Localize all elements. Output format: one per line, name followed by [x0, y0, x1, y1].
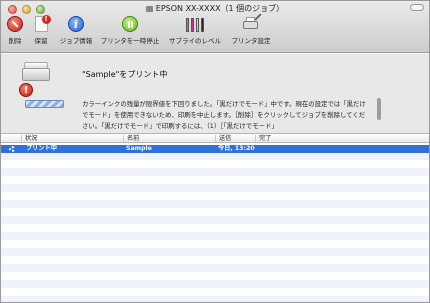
- row-sent: 今日, 13:20: [218, 145, 255, 152]
- printing-gear-icon: [9, 146, 15, 152]
- toolbar-toggle-button[interactable]: [410, 4, 424, 11]
- row-name: Sample: [126, 145, 152, 152]
- toolbar: 削除 保留 i ジョブ情報 プリンタを一時停止: [1, 13, 429, 52]
- table-row[interactable]: プリント中 Sample 今日, 13:20: [1, 145, 429, 153]
- supply-levels-icon: [186, 16, 204, 32]
- job-info-button[interactable]: i ジョブ情報: [56, 16, 96, 45]
- table-header: 状況 名前 送信 完了: [1, 133, 429, 143]
- row-status: プリント中: [26, 145, 57, 152]
- column-header-name[interactable]: 名前: [123, 135, 215, 143]
- delete-label: 削除: [8, 37, 22, 45]
- printer-settings-label: プリンタ設定: [231, 37, 271, 45]
- column-header-sent[interactable]: 送信: [215, 135, 255, 143]
- pause-printer-button[interactable]: プリンタを一時停止: [98, 16, 162, 45]
- printer-settings-button[interactable]: プリンタ設定: [228, 13, 274, 45]
- pause-icon: [122, 16, 138, 32]
- printer-proxy-icon: [145, 5, 153, 12]
- supply-levels-label: サプライのレベル: [169, 37, 221, 45]
- hold-button[interactable]: 保留: [30, 15, 52, 45]
- error-alert-icon: !: [19, 83, 33, 97]
- title-bar: EPSON XX-XXXX（1 個のジョブ） 削除 保留 i ジョブ情報 プリン…: [1, 1, 429, 53]
- job-info-label: ジョブ情報: [59, 37, 93, 45]
- column-header-status[interactable]: 状況: [21, 135, 123, 143]
- pause-printer-label: プリンタを一時停止: [100, 37, 160, 45]
- status-message: カラーインクの残量が限界値を下回りました。「黒だけでモード」中です。現在の設定で…: [82, 100, 366, 130]
- status-panel: ! "Sample"をプリント中 カラーインクの残量が限界値を下回りました。「黒…: [1, 54, 429, 133]
- hold-icon: [34, 15, 51, 32]
- print-queue-window: EPSON XX-XXXX（1 個のジョブ） 削除 保留 i ジョブ情報 プリン…: [0, 0, 430, 303]
- delete-button[interactable]: 削除: [4, 16, 26, 45]
- info-icon: i: [68, 16, 84, 32]
- supply-levels-button[interactable]: サプライのレベル: [166, 16, 224, 45]
- progress-bar: [25, 100, 64, 108]
- status-title: "Sample"をプリント中: [82, 70, 168, 79]
- window-title: EPSON XX-XXXX（1 個のジョブ）: [155, 4, 285, 13]
- window-title-wrap: EPSON XX-XXXX（1 個のジョブ）: [1, 3, 429, 14]
- printer-settings-icon: [242, 13, 262, 32]
- column-header-completed[interactable]: 完了: [255, 135, 429, 143]
- printer-icon: [22, 62, 50, 84]
- hold-label: 保留: [34, 37, 48, 45]
- delete-icon: [7, 16, 23, 32]
- job-table: プリント中 Sample 今日, 13:20: [1, 144, 429, 302]
- status-scrollbar[interactable]: [377, 98, 381, 120]
